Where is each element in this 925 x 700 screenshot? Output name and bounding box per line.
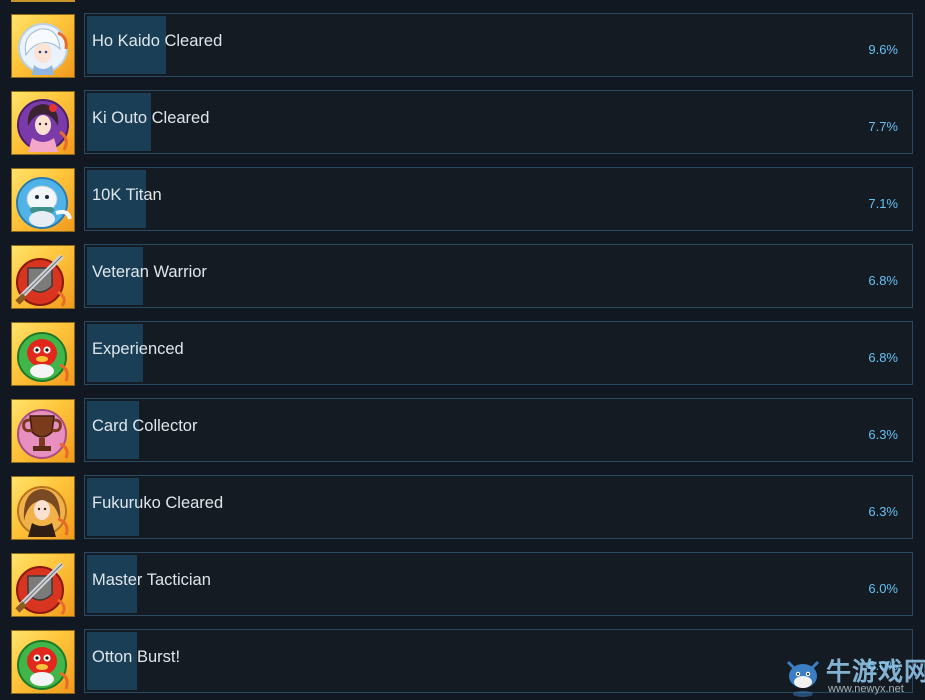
achievement-row[interactable]: Experienced 6.8%	[0, 308, 925, 386]
achievement-percent: 6.8%	[868, 350, 898, 365]
site-watermark: 牛游戏网 www.newyx.net	[782, 652, 925, 700]
achievement-row[interactable]: Ho Kaido Cleared 9.6%	[0, 0, 925, 78]
achievement-row[interactable]: Fukuruko Cleared 6.3%	[0, 462, 925, 540]
achievement-progress-bar: Card Collector 6.3%	[84, 398, 913, 462]
achievement-progress-bar: Fukuruko Cleared 6.3%	[84, 475, 913, 539]
red-mascot-icon	[11, 630, 75, 694]
achievement-row[interactable]: Veteran Warrior 6.8%	[0, 231, 925, 309]
trophy-icon	[11, 399, 75, 463]
achievement-progress-bar: Master Tactician 6.0%	[84, 552, 913, 616]
cow-mascot-icon	[786, 660, 820, 697]
red-mascot-icon	[11, 322, 75, 386]
achievement-name: Master Tactician	[92, 571, 211, 589]
achievement-name: Experienced	[92, 340, 184, 358]
white-haired-girl-icon	[11, 14, 75, 78]
achievement-name: Ki Outo Cleared	[92, 109, 210, 127]
achievement-name: Card Collector	[92, 417, 198, 435]
achievement-percent: 6.0%	[868, 581, 898, 596]
achievement-name: 10K Titan	[92, 186, 162, 204]
achievement-percent: 7.1%	[868, 196, 898, 211]
achievement-progress-bar: Experienced 6.8%	[84, 321, 913, 385]
kimono-girl-icon	[11, 91, 75, 155]
achievement-name: Ho Kaido Cleared	[92, 32, 223, 50]
achievement-list: Ho Kaido Cleared 9.6% Ki Outo Cleared 7.…	[0, 0, 925, 700]
achievement-progress-bar: Veteran Warrior 6.8%	[84, 244, 913, 308]
achievement-progress-bar: 10K Titan 7.1%	[84, 167, 913, 231]
achievement-progress-bar: Ki Outo Cleared 7.7%	[84, 90, 913, 154]
achievement-name: Fukuruko Cleared	[92, 494, 224, 512]
crossed-swords-shield-icon	[11, 553, 75, 617]
seal-creature-icon	[11, 168, 75, 232]
achievement-percent: 6.3%	[868, 427, 898, 442]
watermark-url: www.newyx.net	[828, 683, 904, 695]
achievement-row[interactable]: 10K Titan 7.1%	[0, 154, 925, 232]
achievement-row[interactable]: Master Tactician 6.0%	[0, 539, 925, 617]
achievement-progress-bar: Ho Kaido Cleared 9.6%	[84, 13, 913, 77]
achievement-percent: 6.3%	[868, 504, 898, 519]
achievement-row[interactable]: Ki Outo Cleared 7.7%	[0, 77, 925, 155]
achievement-percent: 6.8%	[868, 273, 898, 288]
achievement-name: Veteran Warrior	[92, 263, 207, 281]
achievement-percent: 7.7%	[868, 119, 898, 134]
achievement-name: Otton Burst!	[92, 648, 181, 666]
achievement-row[interactable]: Card Collector 6.3%	[0, 385, 925, 463]
brown-haired-girl-icon	[11, 476, 75, 540]
achievement-percent: 9.6%	[868, 42, 898, 57]
crossed-swords-shield-icon	[11, 245, 75, 309]
